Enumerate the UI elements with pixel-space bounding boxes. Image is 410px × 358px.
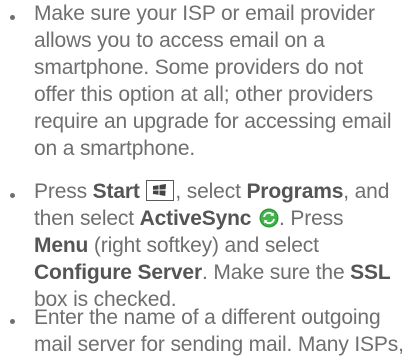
list-item-text: Enter the name of a different outgoing m… [34, 304, 408, 358]
text-line: Make sure your ISP or email provider [34, 2, 375, 25]
text-line: require an upgrade for accessing email [34, 110, 392, 133]
configure-server-label: Configure Server [34, 261, 202, 284]
text-line: Menu (right softkey) and select [34, 232, 408, 259]
text-run: , and [343, 180, 390, 203]
text-line: allows you to access email on a [34, 29, 325, 52]
windows-start-key-icon [146, 180, 175, 201]
menu-label: Menu [34, 234, 89, 257]
text-run: , select [175, 180, 247, 203]
activesync-icon [259, 208, 279, 228]
text-line: mail server for sending mail. Many ISPs, [34, 333, 404, 356]
text-line: on a smartphone. [34, 137, 196, 160]
programs-label: Programs [246, 180, 344, 203]
list-item-text: Make sure your ISP or email provider all… [34, 0, 408, 162]
text-run: Press [34, 180, 93, 203]
text-run: . Press [279, 207, 344, 230]
text-run: (right softkey) and select [88, 234, 319, 257]
text-line: Press Start , select Programs, and [34, 178, 408, 205]
bullet-icon [10, 193, 15, 198]
text-run: then select [34, 207, 140, 230]
text-line: Configure Server. Make sure the SSL [34, 259, 408, 286]
text-run: . Make sure the [201, 261, 351, 284]
start-label: Start [92, 180, 140, 203]
text-line: smartphone. Some providers do not [34, 56, 363, 79]
text-line: offer this option at all; other provider… [34, 83, 373, 106]
bullet-icon [10, 319, 15, 324]
text-line: then select ActiveSync . Press [34, 205, 408, 232]
list-item-text: Press Start , select Programs, and then … [34, 178, 408, 313]
activesync-label: ActiveSync [139, 207, 252, 230]
ssl-label: SSL [350, 261, 391, 284]
text-line: Enter the name of a different outgoing [34, 306, 381, 329]
bullet-icon [10, 15, 15, 20]
